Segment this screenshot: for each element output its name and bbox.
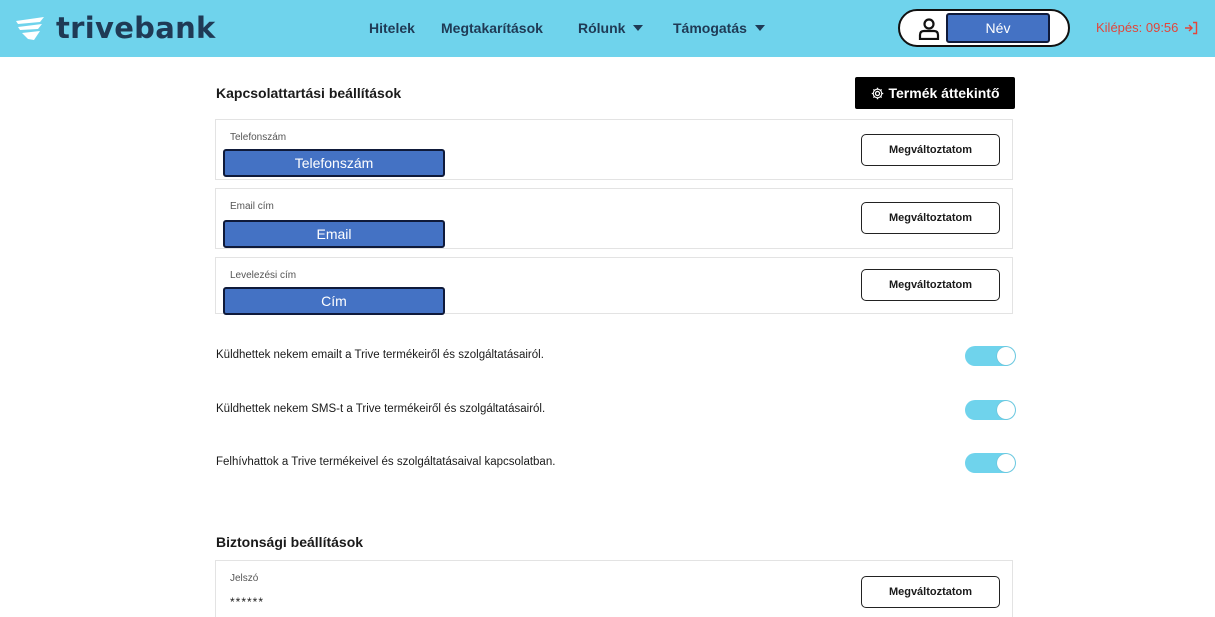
password-card: Jelszó ****** Megváltoztatom: [215, 560, 1013, 617]
nav-support[interactable]: Támogatás: [673, 20, 765, 36]
contact-settings-title: Kapcsolattartási beállítások: [216, 85, 402, 101]
password-label: Jelszó: [230, 573, 259, 584]
pref-call-toggle[interactable]: [965, 453, 1016, 473]
trivebank-logo[interactable]: trivebank: [14, 10, 216, 46]
pref-sms-label: Küldhettek nekem SMS-t a Trive termékeir…: [216, 403, 546, 415]
phone-label: Telefonszám: [230, 132, 287, 143]
product-overview-label: Termék áttekintő: [888, 85, 1000, 101]
password-value: ******: [230, 595, 265, 609]
product-overview-button[interactable]: Termék áttekintő: [855, 77, 1015, 109]
pref-call-label: Felhívhattok a Trive termékeivel és szol…: [216, 456, 556, 468]
toggle-knob: [997, 401, 1015, 419]
trive-logo-icon: [16, 17, 44, 40]
nav-support-label: Támogatás: [673, 20, 747, 36]
change-phone-button[interactable]: Megváltoztatom: [861, 134, 1000, 166]
phone-field[interactable]: Telefonszám: [223, 149, 445, 177]
email-label: Email cím: [230, 201, 274, 212]
nav-loans-label: Hitelek: [369, 20, 415, 36]
change-password-button[interactable]: Megváltoztatom: [861, 576, 1000, 608]
email-card: Email cím Email Megváltoztatom: [215, 188, 1013, 249]
security-settings-title: Biztonsági beállítások: [216, 534, 364, 550]
change-address-button[interactable]: Megváltoztatom: [861, 269, 1000, 301]
user-menu[interactable]: Név: [898, 9, 1070, 47]
logo-text: trivebank: [56, 11, 216, 45]
user-name[interactable]: Név: [946, 13, 1050, 43]
email-field[interactable]: Email: [223, 220, 445, 248]
address-field[interactable]: Cím: [223, 287, 445, 315]
toggle-knob: [997, 454, 1015, 472]
address-card: Levelezési cím Cím Megváltoztatom: [215, 257, 1013, 315]
nav-loans[interactable]: Hitelek: [369, 20, 415, 36]
logout-label: Kilépés: 09:56: [1096, 20, 1179, 35]
logout-button[interactable]: Kilépés: 09:56: [1096, 20, 1198, 35]
change-email-button[interactable]: Megváltoztatom: [861, 202, 1000, 234]
chevron-down-icon: [754, 25, 765, 31]
chevron-down-icon: [633, 25, 644, 31]
pref-sms-toggle[interactable]: [965, 400, 1016, 420]
nav-about-label: Rólunk: [578, 20, 626, 36]
nav-about[interactable]: Rólunk: [578, 20, 644, 36]
address-label: Levelezési cím: [230, 270, 297, 281]
gear-icon: [871, 87, 883, 99]
pref-email-label: Küldhettek nekem emailt a Trive termékei…: [216, 349, 544, 361]
nav-savings-label: Megtakarítások: [441, 20, 543, 36]
phone-card: Telefonszám Telefonszám Megváltoztatom: [215, 119, 1013, 180]
toggle-knob: [997, 347, 1015, 365]
user-icon: [918, 18, 940, 40]
logout-icon: [1185, 21, 1198, 34]
top-header: trivebank Hitelek Megtakarítások Rólunk …: [0, 0, 1215, 57]
pref-email-toggle[interactable]: [965, 346, 1016, 366]
nav-savings[interactable]: Megtakarítások: [441, 20, 543, 36]
